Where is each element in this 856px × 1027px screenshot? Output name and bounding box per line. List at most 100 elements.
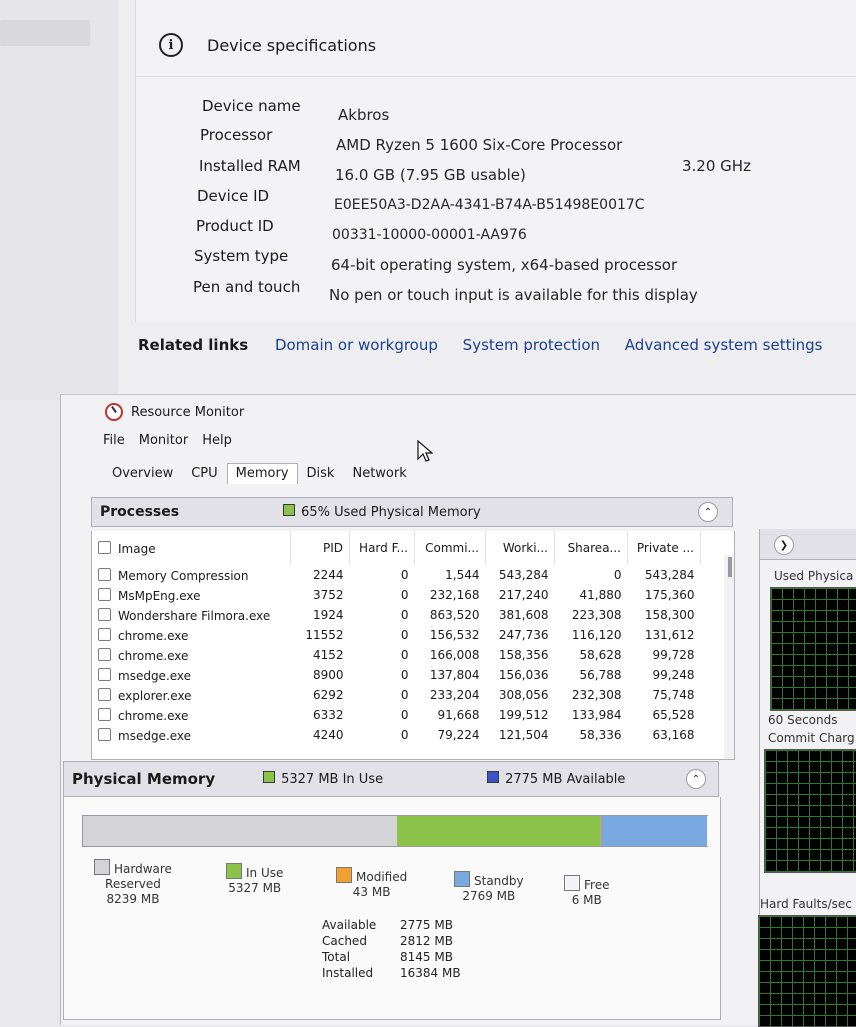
process-value-cell: 158,356 xyxy=(486,645,555,665)
advanced-system-settings-link[interactable]: Advanced system settings xyxy=(625,336,823,354)
process-checkbox[interactable] xyxy=(98,648,111,661)
domain-workgroup-link[interactable]: Domain or workgroup xyxy=(275,336,438,354)
legend-swatch-reserved xyxy=(94,859,110,875)
tab-disk[interactable]: Disk xyxy=(298,463,344,484)
process-value-cell: 0 xyxy=(350,665,415,685)
table-row[interactable]: chrome.exe115520156,532247,736116,120131… xyxy=(92,625,701,645)
process-value-cell: 133,984 xyxy=(555,705,628,725)
processes-collapse-button[interactable]: ⌃ xyxy=(698,502,718,522)
used-physical-graph xyxy=(770,587,856,711)
tab-network[interactable]: Network xyxy=(343,463,415,484)
legend-standby: Standby2769 MB xyxy=(454,871,524,904)
process-checkbox[interactable] xyxy=(98,668,111,681)
spec-label-system-type: System type xyxy=(194,247,288,265)
device-specifications-header[interactable]: i Device specifications xyxy=(135,14,856,77)
process-checkbox[interactable] xyxy=(98,628,111,641)
in-use-swatch xyxy=(263,771,275,783)
menu-help[interactable]: Help xyxy=(202,433,232,448)
total-installed: Installed16384 MB xyxy=(322,965,461,981)
column-hard-faults[interactable]: Hard F... xyxy=(350,531,415,565)
table-row[interactable]: chrome.exe41520166,008158,35658,62899,72… xyxy=(92,645,701,665)
process-value-cell: 0 xyxy=(350,705,415,725)
graphs-panel: ❯ Used Physica 60 Seconds Commit Charg H… xyxy=(759,529,856,1025)
settings-nav-item[interactable] xyxy=(0,20,90,46)
related-links-bar: Related links Domain or workgroup System… xyxy=(138,336,842,354)
process-image-cell: Memory Compression xyxy=(92,565,291,585)
table-row[interactable]: msedge.exe4240079,224121,50458,33663,168 xyxy=(92,725,701,745)
physical-memory-collapse-button[interactable]: ⌃ xyxy=(686,769,706,789)
processes-header[interactable]: Processes 65% Used Physical Memory ⌃ xyxy=(91,497,733,527)
settings-about-panel: i Device specifications Device name Akbr… xyxy=(0,0,856,400)
column-private[interactable]: Private ... xyxy=(628,531,701,565)
tab-memory[interactable]: Memory xyxy=(227,463,298,484)
process-value-cell: 11552 xyxy=(291,625,350,645)
expand-graphs-button[interactable]: ❯ xyxy=(774,535,794,555)
process-value-cell: 91,668 xyxy=(415,705,486,725)
spec-value-pen-touch: No pen or touch input is available for t… xyxy=(329,286,698,304)
legend-swatch-in-use xyxy=(226,863,242,879)
process-checkbox[interactable] xyxy=(98,688,111,701)
process-value-cell: 543,284 xyxy=(628,565,701,585)
resource-monitor-titlebar[interactable]: Resource Monitor xyxy=(105,403,244,421)
column-pid[interactable]: PID xyxy=(291,531,350,565)
system-protection-link[interactable]: System protection xyxy=(463,336,600,354)
process-value-cell: 56,788 xyxy=(555,665,628,685)
process-value-cell: 58,628 xyxy=(555,645,628,665)
tab-cpu[interactable]: CPU xyxy=(182,463,226,484)
legend-swatch-modified xyxy=(336,867,352,883)
legend-swatch-free xyxy=(564,875,580,891)
process-value-cell: 232,168 xyxy=(415,585,486,605)
process-checkbox[interactable] xyxy=(98,608,111,621)
column-image[interactable]: Image xyxy=(92,531,291,565)
select-all-checkbox[interactable] xyxy=(98,541,111,554)
table-row[interactable]: msedge.exe89000137,804156,03656,78899,24… xyxy=(92,665,701,685)
table-row[interactable]: MsMpEng.exe37520232,168217,24041,880175,… xyxy=(92,585,701,605)
process-value-cell: 63,168 xyxy=(628,725,701,745)
table-row[interactable]: Wondershare Filmora.exe19240863,520381,6… xyxy=(92,605,701,625)
commit-charge-graph xyxy=(764,749,856,873)
tab-overview[interactable]: Overview xyxy=(103,463,182,484)
process-value-cell: 99,248 xyxy=(628,665,701,685)
total-cached: Cached2812 MB xyxy=(322,933,461,949)
resource-monitor-icon xyxy=(105,403,123,421)
menu-monitor[interactable]: Monitor xyxy=(139,433,188,448)
process-image-cell: explorer.exe xyxy=(92,685,291,705)
spec-label-device-name: Device name xyxy=(202,97,301,115)
spec-label-pen-touch: Pen and touch xyxy=(193,278,300,296)
spec-value-system-type: 64-bit operating system, x64-based proce… xyxy=(331,256,677,274)
used-memory-status: 65% Used Physical Memory xyxy=(283,504,481,520)
processes-scroll-thumb[interactable] xyxy=(728,557,732,577)
process-checkbox[interactable] xyxy=(98,568,111,581)
commit-charge-label: Commit Charg xyxy=(768,731,855,745)
physical-memory-title: Physical Memory xyxy=(72,770,215,788)
total-available: Available2775 MB xyxy=(322,917,461,933)
process-value-cell: 121,504 xyxy=(486,725,555,745)
column-shareable[interactable]: Sharea... xyxy=(555,531,628,565)
process-value-cell: 308,056 xyxy=(486,685,555,705)
table-row[interactable]: Memory Compression224401,544543,2840543,… xyxy=(92,565,701,585)
column-commit[interactable]: Commi... xyxy=(415,531,486,565)
process-value-cell: 223,308 xyxy=(555,605,628,625)
table-row[interactable]: explorer.exe62920233,204308,056232,30875… xyxy=(92,685,701,705)
physical-memory-header[interactable]: Physical Memory 5327 MB In Use 2775 MB A… xyxy=(63,761,719,797)
mouse-cursor-icon xyxy=(417,440,433,464)
process-checkbox[interactable] xyxy=(98,708,111,721)
process-value-cell: 156,036 xyxy=(486,665,555,685)
used-physical-label: Used Physica xyxy=(774,569,853,583)
processes-scrollbar[interactable] xyxy=(724,555,734,759)
processes-table: Image PID Hard F... Commi... Worki... Sh… xyxy=(91,531,735,760)
process-checkbox[interactable] xyxy=(98,588,111,601)
column-working[interactable]: Worki... xyxy=(486,531,555,565)
spec-value-installed-ram: 16.0 GB (7.95 GB usable) xyxy=(335,166,526,184)
process-value-cell: 1924 xyxy=(291,605,350,625)
memory-totals: Available2775 MB Cached2812 MB Total8145… xyxy=(322,917,461,981)
process-checkbox[interactable] xyxy=(98,728,111,741)
process-value-cell: 137,804 xyxy=(415,665,486,685)
settings-nav-strip xyxy=(0,0,118,400)
used-memory-status-text: 65% Used Physical Memory xyxy=(301,505,481,520)
menu-file[interactable]: File xyxy=(103,433,125,448)
process-value-cell: 4152 xyxy=(291,645,350,665)
table-row[interactable]: chrome.exe6332091,668199,512133,98465,52… xyxy=(92,705,701,725)
process-value-cell: 58,336 xyxy=(555,725,628,745)
sixty-seconds-label: 60 Seconds xyxy=(768,713,838,727)
